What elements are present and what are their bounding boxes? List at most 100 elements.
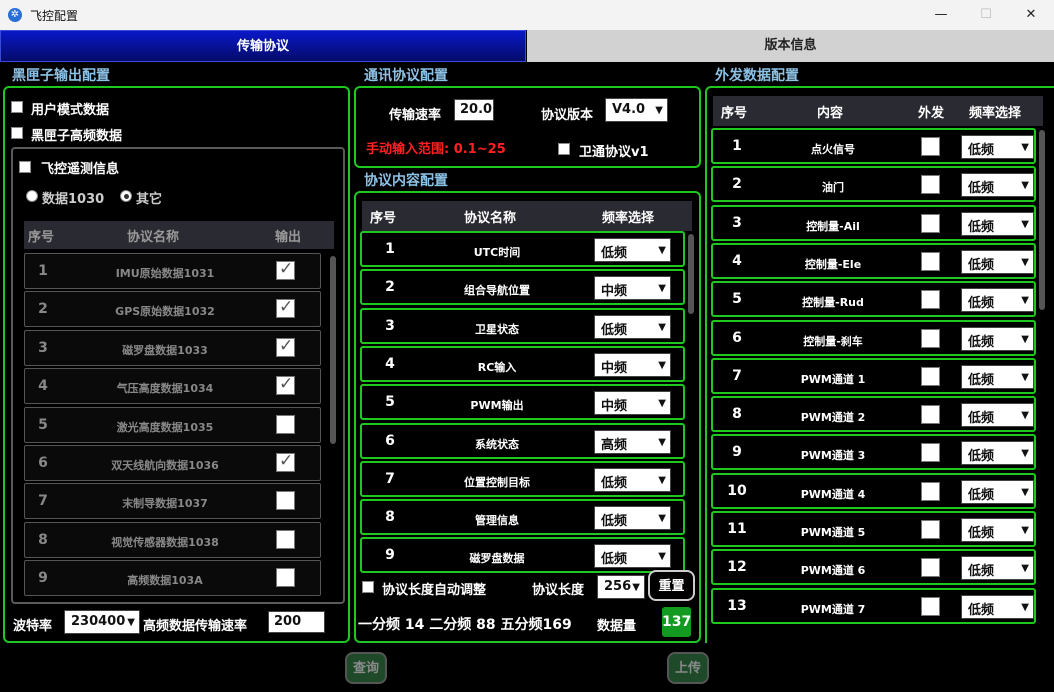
output-checkbox[interactable] bbox=[276, 374, 295, 396]
external-scrollbar[interactable] bbox=[1039, 130, 1045, 310]
output-checkbox[interactable] bbox=[276, 529, 295, 549]
row-name: UTC时间 bbox=[473, 246, 521, 259]
content-scrollbar[interactable] bbox=[688, 234, 694, 314]
blackbox-panel: 用户模式数据 黑匣子高频数据 飞控遥测信息 数据1030 其它 序号 协议名称 … bbox=[3, 86, 350, 643]
chevron-down-icon: ▼ bbox=[658, 551, 666, 563]
frequency-select[interactable]: 中频 ▼ bbox=[594, 391, 671, 416]
chevron-down-icon: ▼ bbox=[1021, 486, 1029, 498]
radio-data1030[interactable] bbox=[26, 190, 38, 202]
hf-data-label: 黑匣子高频数据 bbox=[31, 129, 123, 144]
rate-input[interactable]: 20.0 bbox=[454, 99, 494, 121]
output-checkbox[interactable] bbox=[276, 414, 295, 434]
blackbox-table-header: 序号 协议名称 输出 bbox=[24, 221, 334, 249]
frequency-select[interactable]: 低频 ▼ bbox=[961, 441, 1034, 466]
send-checkbox[interactable] bbox=[921, 558, 940, 578]
send-checkbox[interactable] bbox=[921, 405, 940, 425]
output-checkbox[interactable] bbox=[276, 568, 295, 588]
baud-select[interactable]: 230400 ▼ bbox=[64, 610, 140, 634]
hf-data-checkbox[interactable] bbox=[11, 127, 23, 139]
table-row: 2 组合导航位置 中频 ▼ bbox=[360, 269, 685, 306]
send-checkbox[interactable] bbox=[921, 596, 940, 616]
row-name: PWM通道 1 bbox=[800, 372, 866, 386]
minimize-button[interactable]: — bbox=[926, 4, 956, 26]
send-checkbox[interactable] bbox=[921, 137, 940, 156]
frequency-select[interactable]: 低频 ▼ bbox=[594, 544, 671, 569]
reset-button[interactable]: 重置 bbox=[648, 570, 695, 601]
frequency-value: 中频 bbox=[601, 284, 628, 300]
tab-version-info[interactable]: 版本信息 bbox=[527, 30, 1054, 62]
table-row: 11 PWM通道 5 低频 ▼ bbox=[711, 511, 1036, 547]
close-button[interactable]: ✕ bbox=[1016, 4, 1046, 26]
frequency-select[interactable]: 中频 ▼ bbox=[594, 352, 671, 377]
output-checkbox[interactable] bbox=[276, 491, 295, 511]
frequency-select[interactable]: 低频 ▼ bbox=[594, 238, 671, 262]
send-checkbox[interactable] bbox=[921, 251, 940, 271]
tab-transfer-protocol[interactable]: 传输协议 bbox=[0, 30, 526, 62]
table-row: 4 气压高度数据1034 bbox=[24, 368, 321, 405]
frequency-value: 低频 bbox=[601, 475, 628, 491]
frequency-select[interactable]: 高频 ▼ bbox=[594, 429, 671, 454]
send-checkbox[interactable] bbox=[921, 366, 940, 386]
frequency-select[interactable]: 低频 ▼ bbox=[961, 479, 1034, 504]
user-mode-checkbox[interactable] bbox=[11, 101, 23, 113]
row-name: PWM输出 bbox=[470, 399, 524, 413]
query-button[interactable]: 查询 bbox=[345, 652, 387, 684]
upload-button[interactable]: 上传 bbox=[667, 652, 709, 684]
length-select[interactable]: 256 ▼ bbox=[597, 575, 645, 599]
row-no: 3 bbox=[385, 317, 395, 334]
send-checkbox[interactable] bbox=[921, 481, 940, 501]
frequency-select[interactable]: 低频 ▼ bbox=[961, 288, 1034, 313]
row-name: PWM通道 4 bbox=[800, 487, 866, 501]
send-checkbox[interactable] bbox=[921, 290, 940, 310]
frequency-select[interactable]: 低频 ▼ bbox=[594, 506, 671, 531]
row-no: 7 bbox=[385, 470, 395, 487]
output-checkbox[interactable] bbox=[276, 451, 295, 472]
frequency-value: 低频 bbox=[968, 143, 995, 158]
frequency-select[interactable]: 低频 ▼ bbox=[594, 467, 671, 492]
frequency-select[interactable]: 低频 ▼ bbox=[961, 364, 1034, 389]
frequency-select[interactable]: 低频 ▼ bbox=[961, 326, 1034, 351]
table-row: 3 磁罗盘数据1033 bbox=[24, 329, 321, 366]
row-name: 管理信息 bbox=[475, 514, 519, 528]
version-select[interactable]: V4.0 ▼ bbox=[605, 98, 668, 122]
auto-adjust-checkbox[interactable] bbox=[362, 581, 374, 593]
window-title: 飞控配置 bbox=[30, 9, 79, 23]
row-no: 4 bbox=[385, 355, 395, 372]
frequency-value: 低频 bbox=[968, 181, 995, 197]
frequency-select[interactable]: 低频 ▼ bbox=[961, 403, 1034, 428]
auto-adjust-label: 协议长度自动调整 bbox=[382, 583, 487, 598]
chevron-down-icon: ▼ bbox=[658, 283, 666, 295]
output-checkbox[interactable] bbox=[276, 259, 295, 280]
output-checkbox[interactable] bbox=[276, 336, 295, 357]
row-name: 卫星状态 bbox=[475, 322, 519, 336]
row-name: PWM通道 7 bbox=[800, 602, 866, 616]
frequency-select[interactable]: 低频 ▼ bbox=[961, 211, 1034, 236]
app-icon: ✲ bbox=[8, 8, 22, 22]
chevron-down-icon: ▼ bbox=[1021, 563, 1029, 575]
row-name: 视觉传感器数据1038 bbox=[111, 535, 219, 549]
frequency-select[interactable]: 低频 ▼ bbox=[961, 594, 1034, 619]
frequency-value: 低频 bbox=[601, 246, 628, 261]
frequency-select[interactable]: 低频 ▼ bbox=[594, 314, 671, 339]
maximize-button[interactable]: ☐ bbox=[971, 4, 1001, 26]
telemetry-checkbox[interactable] bbox=[19, 161, 31, 173]
frequency-select[interactable]: 低频 ▼ bbox=[961, 173, 1034, 198]
send-checkbox[interactable] bbox=[921, 213, 940, 233]
hf-rate-input[interactable]: 200 bbox=[268, 611, 325, 633]
radio-other[interactable] bbox=[120, 190, 132, 202]
row-name: 点火信号 bbox=[811, 143, 855, 156]
blackbox-scrollbar[interactable] bbox=[330, 256, 336, 444]
send-checkbox[interactable] bbox=[921, 443, 940, 463]
chevron-down-icon: ▼ bbox=[1021, 142, 1029, 153]
weitong-checkbox[interactable] bbox=[558, 143, 570, 155]
frequency-select[interactable]: 低频 ▼ bbox=[961, 518, 1034, 542]
send-checkbox[interactable] bbox=[921, 175, 940, 195]
send-checkbox[interactable] bbox=[921, 328, 940, 348]
frequency-select[interactable]: 低频 ▼ bbox=[961, 249, 1034, 274]
frequency-select[interactable]: 低频 ▼ bbox=[961, 135, 1034, 159]
send-checkbox[interactable] bbox=[921, 520, 940, 539]
output-checkbox[interactable] bbox=[276, 297, 295, 319]
frequency-select[interactable]: 中频 ▼ bbox=[594, 276, 671, 301]
frequency-select[interactable]: 低频 ▼ bbox=[961, 556, 1034, 581]
row-no: 1 bbox=[732, 138, 742, 154]
